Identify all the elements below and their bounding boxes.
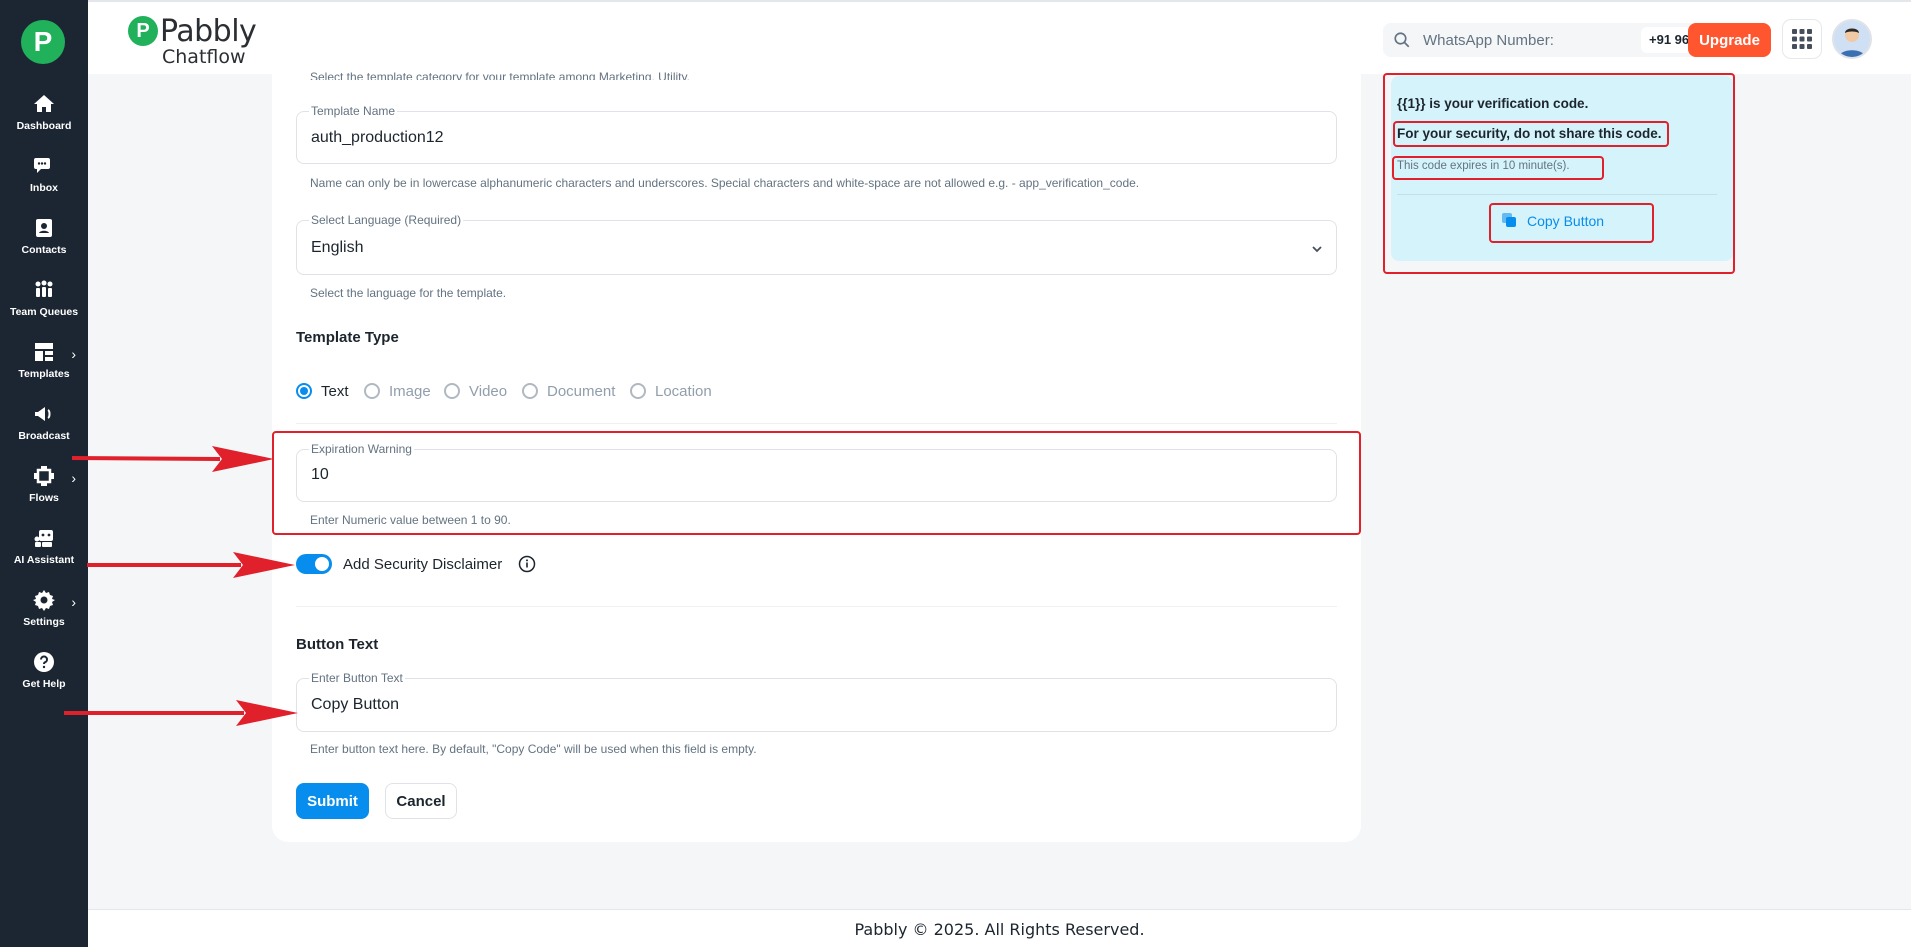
top-header: P Pabbly Chatflow WhatsApp Number: +91 9… <box>88 0 1911 74</box>
sidebar-item-dashboard[interactable]: Dashboard <box>0 88 88 150</box>
sidebar-item-templates[interactable]: Templates › <box>0 336 88 398</box>
language-helper: Select the language for the template. <box>310 286 507 300</box>
divider <box>296 606 1337 607</box>
radio-label: Document <box>547 383 616 400</box>
cancel-button[interactable]: Cancel <box>385 783 457 819</box>
user-avatar[interactable] <box>1832 19 1872 59</box>
home-icon <box>0 88 88 118</box>
sidebar-item-label: Inbox <box>30 182 58 194</box>
radio-label: Text <box>321 383 349 400</box>
category-helper-text: Select the template category for your te… <box>310 70 690 80</box>
search-icon <box>1394 32 1410 48</box>
sidebar-item-label: Flows <box>29 492 59 504</box>
chevron-right-icon: › <box>71 594 76 610</box>
sidebar-item-label: Get Help <box>22 678 66 690</box>
brand-name: Pabbly <box>160 14 257 49</box>
sidebar-item-contacts[interactable]: Contacts <box>0 212 88 274</box>
template-name-field[interactable]: Template Name auth_production12 <box>296 104 1337 164</box>
annotation-box <box>1489 203 1654 243</box>
help-icon <box>0 646 88 676</box>
radio-label: Video <box>469 383 508 400</box>
chat-icon <box>0 150 88 180</box>
language-value: English <box>311 239 364 256</box>
template-name-label: Template Name <box>309 104 398 118</box>
team-icon <box>0 274 88 304</box>
robot-icon <box>0 522 88 552</box>
user-avatar-image <box>1839 28 1865 57</box>
security-disclaimer-toggle[interactable] <box>296 554 332 574</box>
apps-grid-button[interactable] <box>1783 20 1821 58</box>
button-text-label: Enter Button Text <box>309 671 405 685</box>
info-icon[interactable] <box>518 555 536 573</box>
button-text-field[interactable]: Enter Button Text Copy Button <box>296 671 1337 732</box>
sidebar-item-label: Dashboard <box>16 120 72 132</box>
button-text-title: Button Text <box>296 636 379 653</box>
radio-dot <box>364 383 380 399</box>
sidebar-item-label: Team Queues <box>9 306 79 318</box>
sidebar-item-settings[interactable]: Settings › <box>0 584 88 646</box>
annotation-arrow <box>64 700 298 726</box>
sidebar-item-label: Templates <box>18 368 70 380</box>
annotation-box <box>1393 121 1669 147</box>
template-type-title: Template Type <box>296 329 399 346</box>
button-text-helper: Enter button text here. By default, "Cop… <box>310 742 757 756</box>
security-disclaimer-label: Add Security Disclaimer <box>343 556 503 573</box>
divider <box>296 423 1337 424</box>
grid-icon <box>1792 29 1812 49</box>
contacts-icon <box>0 212 88 242</box>
sidebar-item-team-queues[interactable]: Team Queues <box>0 274 88 336</box>
radio-label: Image <box>389 383 431 400</box>
radio-dot <box>522 383 538 399</box>
sidebar-item-label: Contacts <box>21 244 67 256</box>
button-text-value: Copy Button <box>311 696 400 713</box>
template-name-helper: Name can only be in lowercase alphanumer… <box>310 176 1140 190</box>
radio-dot <box>444 383 460 399</box>
submit-button[interactable]: Submit <box>296 783 369 819</box>
brand-mark: P <box>128 16 158 46</box>
brand-subname: Chatflow <box>162 46 246 68</box>
annotation-box <box>272 431 1361 535</box>
annotation-arrow <box>87 552 295 578</box>
language-select[interactable]: Select Language (Required) English <box>296 213 1337 275</box>
radio-dot <box>630 383 646 399</box>
sidebar-item-inbox[interactable]: Inbox <box>0 150 88 212</box>
app-logo[interactable]: P <box>21 20 65 64</box>
annotation-box <box>1392 156 1604 180</box>
chevron-right-icon: › <box>71 346 76 362</box>
template-name-value: auth_production12 <box>311 129 444 146</box>
footer-copyright: Pabbly © 2025. All Rights Reserved. <box>854 920 1145 939</box>
brand-logo[interactable]: P Pabbly Chatflow <box>128 14 258 68</box>
sidebar-item-ai-assistant[interactable]: AI Assistant <box>0 522 88 584</box>
upgrade-button[interactable]: Upgrade <box>1688 23 1771 57</box>
sidebar-item-label: Broadcast <box>18 430 70 442</box>
radio-label: Location <box>655 383 712 400</box>
annotation-arrow <box>72 446 274 472</box>
sidebar-item-label: Settings <box>23 616 65 628</box>
footer: Pabbly © 2025. All Rights Reserved. <box>88 909 1911 947</box>
whatsapp-number-label: WhatsApp Number: <box>1423 32 1554 49</box>
sidebar-item-label: AI Assistant <box>13 554 75 566</box>
megaphone-icon <box>0 398 88 428</box>
radio-dot <box>296 383 312 399</box>
chevron-down-icon <box>1312 246 1322 253</box>
language-label: Select Language (Required) <box>309 213 464 227</box>
